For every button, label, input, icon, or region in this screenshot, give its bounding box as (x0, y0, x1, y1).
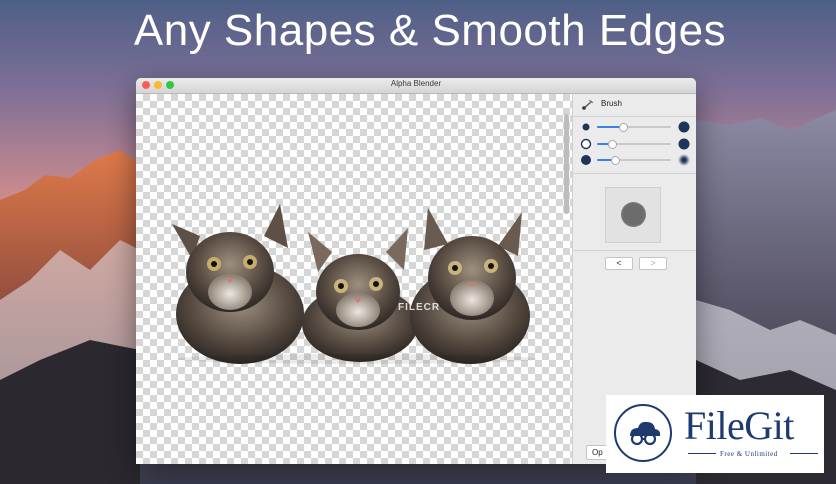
brush-hardness-slider[interactable] (580, 137, 691, 151)
filegit-name: FileGit (684, 403, 794, 448)
filled-circle-icon (581, 155, 591, 165)
watermark: FILECR (398, 302, 441, 313)
panel-divider (573, 250, 696, 251)
previous-button[interactable]: < (605, 257, 633, 270)
slider-knob[interactable] (611, 156, 620, 165)
image-canvas[interactable]: FILECR (136, 94, 572, 464)
tagline-rule-right (790, 453, 818, 454)
panel-divider (573, 116, 696, 117)
brush-label: Brush (601, 99, 622, 108)
panel-divider (573, 173, 696, 174)
tagline-rule-left (688, 453, 716, 454)
soft-circle-icon (678, 154, 690, 166)
cloud-glasses-icon (630, 421, 661, 446)
brush-icon (582, 99, 594, 110)
brush-preview-dot (621, 202, 646, 227)
filegit-badge: FileGit Free & Unlimited (606, 395, 824, 473)
title-bar[interactable]: Alpha Blender (136, 78, 696, 94)
slider-knob[interactable] (608, 140, 617, 149)
large-dot-icon (678, 121, 690, 133)
filled-circle-icon (678, 138, 690, 150)
slider-track (597, 123, 671, 132)
next-button[interactable]: > (639, 257, 667, 270)
kittens-image (172, 204, 537, 364)
slider-knob[interactable] (619, 123, 628, 132)
kitten-middle (302, 228, 418, 362)
brush-size-slider[interactable] (581, 120, 691, 134)
brush-preview (605, 187, 661, 243)
brush-softness-slider[interactable] (581, 153, 691, 167)
small-dot-icon (582, 123, 590, 131)
window-title: Alpha Blender (390, 79, 442, 88)
slider-track (597, 156, 671, 165)
vertical-scrollbar[interactable] (564, 114, 569, 214)
filegit-logo (614, 404, 672, 462)
hollow-circle-icon (580, 138, 592, 150)
filegit-tagline: Free & Unlimited (720, 450, 778, 458)
headline: Any Shapes & Smooth Edges (133, 6, 727, 55)
slider-track (597, 140, 671, 149)
kitten-left (172, 204, 304, 364)
kitten-right (410, 208, 530, 364)
